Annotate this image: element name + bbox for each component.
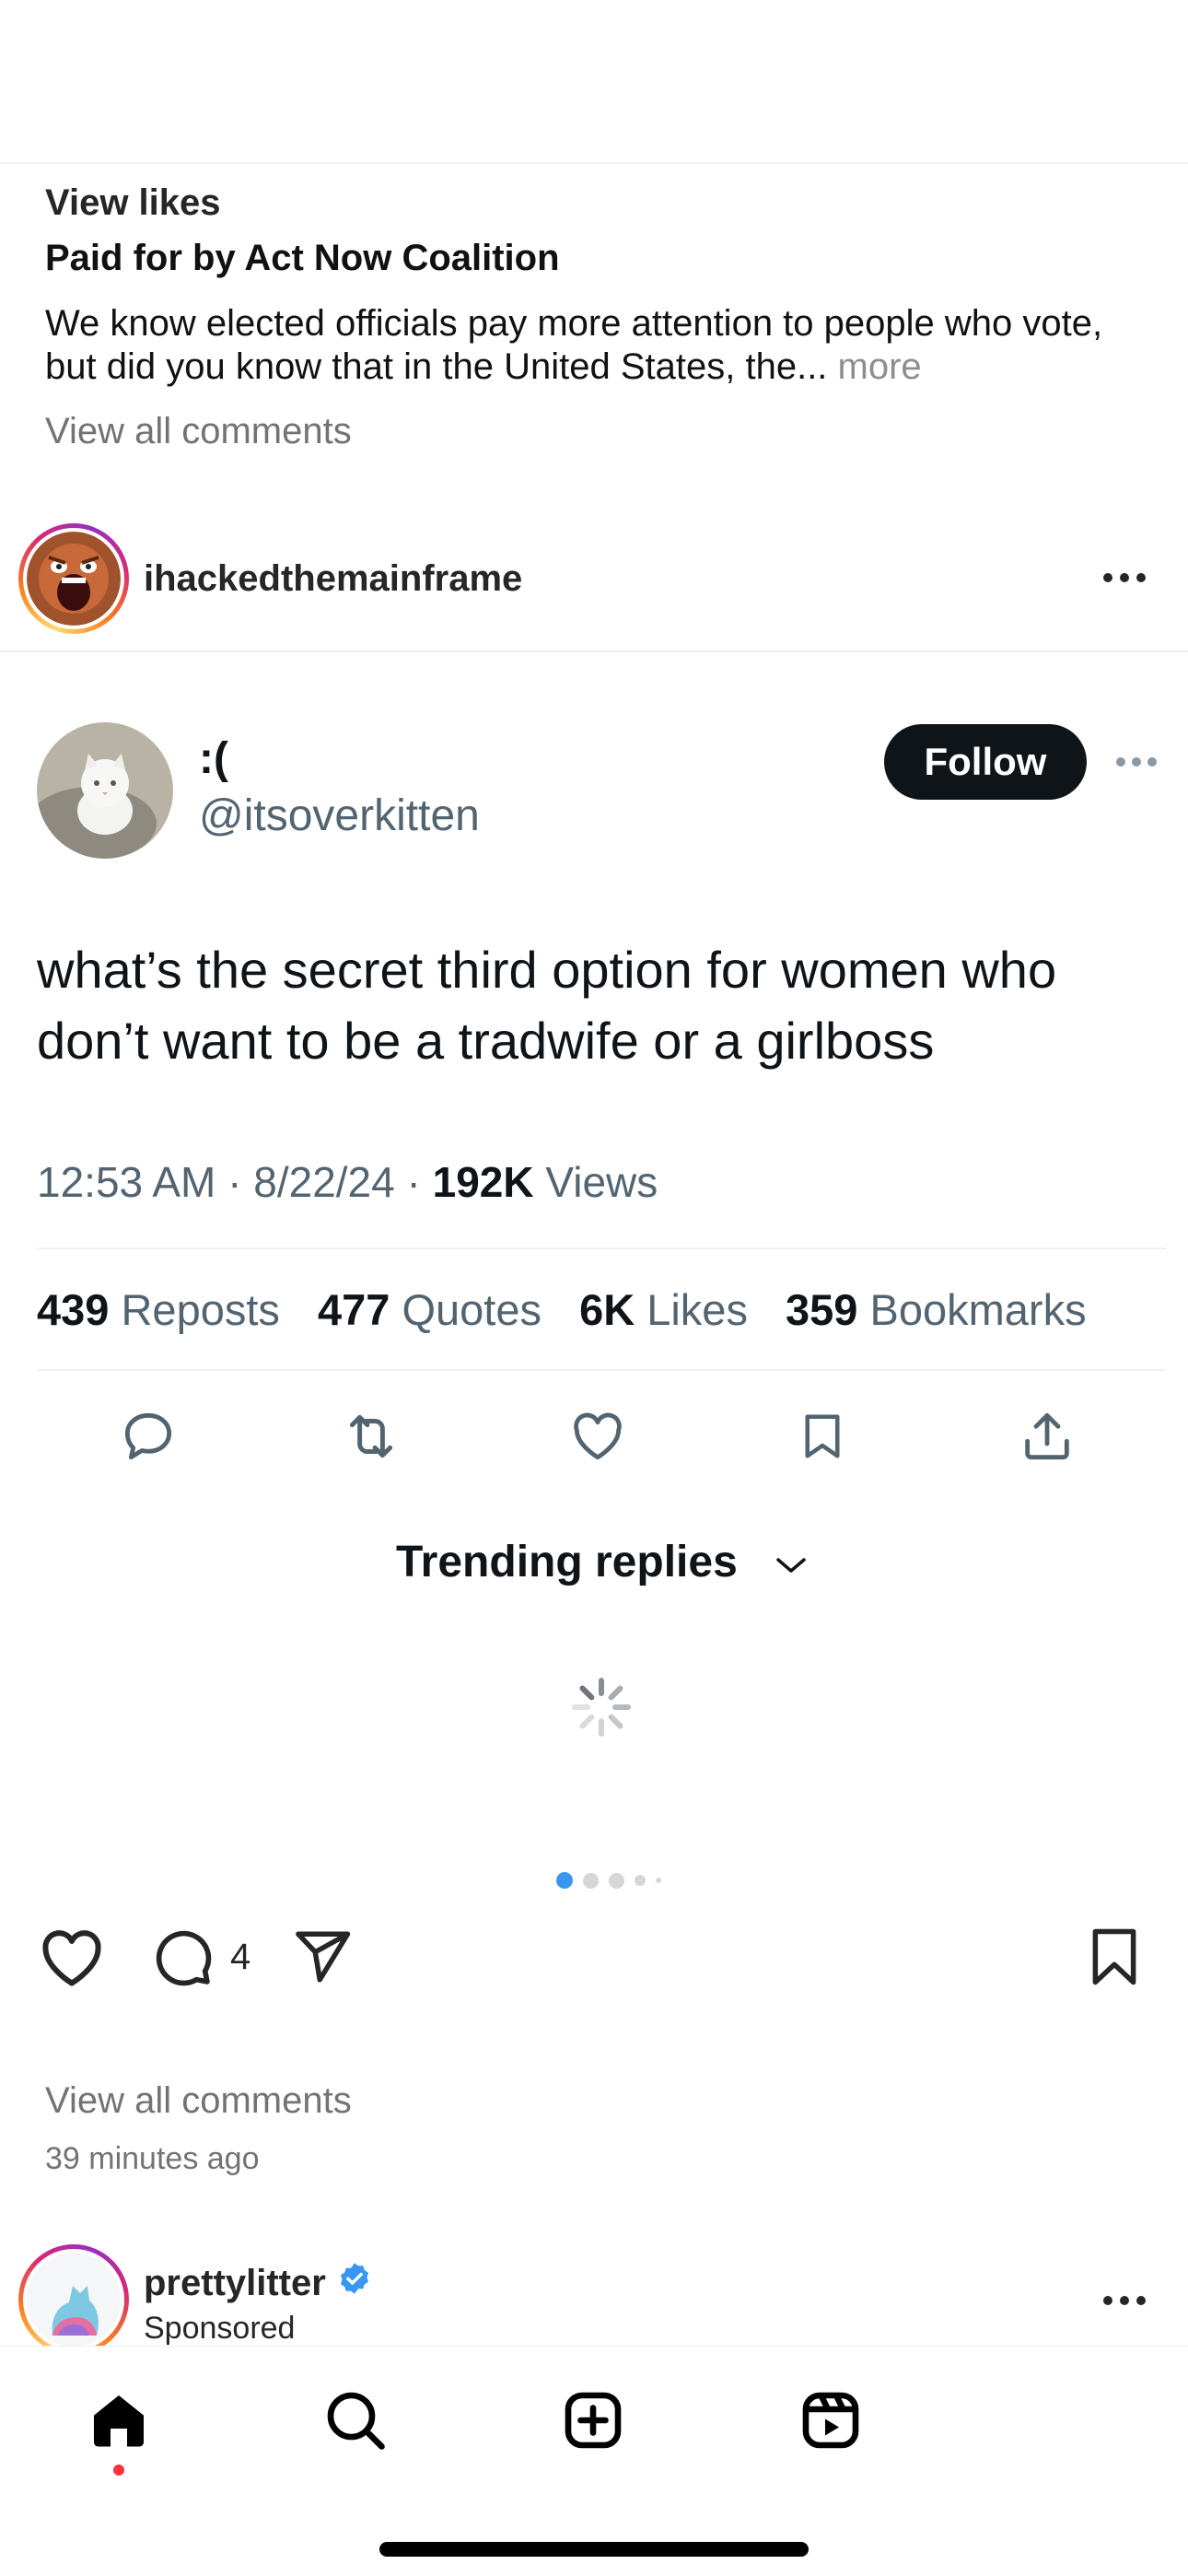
ad-caption-text: We know elected officials pay more atten… xyxy=(45,303,1103,387)
tweet-text: what’s the secret third option for women… xyxy=(37,941,1057,1070)
follow-button[interactable]: Follow xyxy=(884,724,1087,800)
tweet-more-icon[interactable] xyxy=(1116,757,1157,767)
likes-label: Likes xyxy=(646,1285,748,1334)
heart-icon[interactable] xyxy=(35,1922,109,1992)
quotes-count: 477 xyxy=(317,1285,390,1334)
reels-icon[interactable] xyxy=(794,2383,868,2457)
share-send-icon[interactable] xyxy=(287,1922,357,1992)
home-icon[interactable] xyxy=(82,2383,156,2457)
trending-replies-selector: Trending replies xyxy=(396,1537,809,1587)
search-icon[interactable] xyxy=(319,2383,392,2457)
likes-count: 6K xyxy=(579,1285,635,1334)
share-upload-icon xyxy=(1015,1404,1079,1469)
carousel-dot xyxy=(583,1872,599,1889)
post-more-options-icon[interactable] xyxy=(1103,573,1146,582)
view-all-comments-link[interactable]: View all comments xyxy=(45,2080,352,2122)
save-bookmark-icon[interactable] xyxy=(1079,1922,1149,1992)
reposts-label: Reposts xyxy=(121,1285,280,1334)
caption-more-link[interactable]: more xyxy=(838,346,922,387)
paid-for-label[interactable]: Paid for by Act Now Coalition xyxy=(45,238,560,279)
prettylitter-username-row[interactable]: prettylitter xyxy=(144,2261,372,2305)
tweet-stats: 439 Reposts 477 Quotes 6K Likes 359 Book… xyxy=(37,1284,1087,1335)
tweet-display-name: :( xyxy=(199,734,228,783)
carousel-dot xyxy=(635,1875,646,1886)
repost-icon xyxy=(339,1404,403,1469)
trending-replies-label: Trending replies xyxy=(396,1538,738,1587)
carousel-dot xyxy=(656,1878,661,1883)
post-divider xyxy=(0,650,1188,652)
notification-dot xyxy=(113,2465,124,2476)
reply-icon xyxy=(116,1404,181,1469)
tweet-views-label: Views xyxy=(545,1158,658,1206)
tweet-meta: 12:53 AM · 8/22/24 · 192K Views xyxy=(37,1158,658,1206)
comment-icon[interactable] xyxy=(147,1922,217,1992)
view-likes-link[interactable]: View likes xyxy=(45,182,221,224)
carousel-indicator xyxy=(556,1872,661,1889)
like-heart-icon xyxy=(565,1404,630,1469)
quotes-label: Quotes xyxy=(402,1285,542,1334)
cat-logo-avatar-image xyxy=(27,2253,121,2347)
ad-caption: We know elected officials pay more atten… xyxy=(45,302,1150,389)
post-avatar[interactable] xyxy=(18,523,129,634)
bookmark-icon xyxy=(790,1404,855,1469)
sponsored-label: Sponsored xyxy=(144,2311,296,2346)
prettylitter-avatar[interactable] xyxy=(18,2244,129,2355)
comment-count: 4 xyxy=(230,1937,251,1977)
tweet-handle: @itsoverkitten xyxy=(199,791,480,840)
tweet-time: 12:53 AM xyxy=(37,1158,216,1206)
chevron-down-icon xyxy=(773,1537,809,1587)
tweet-author-avatar[interactable] xyxy=(37,722,173,859)
loading-spinner-icon xyxy=(569,1675,634,1739)
bookmarks-count: 359 xyxy=(786,1285,858,1334)
prettylitter-more-options-icon[interactable] xyxy=(1103,2296,1146,2305)
tweet-views-count: 192K xyxy=(432,1158,534,1206)
post-username[interactable]: ihackedthemainframe xyxy=(144,558,522,600)
top-divider xyxy=(0,162,1188,164)
reposts-count: 439 xyxy=(37,1285,110,1334)
screaming-face-avatar-image xyxy=(27,532,121,626)
post-time-ago: 39 minutes ago xyxy=(45,2141,260,2176)
bottom-navigation-bar xyxy=(0,2346,1188,2576)
create-icon[interactable] xyxy=(556,2383,630,2457)
carousel-dot xyxy=(609,1872,624,1889)
bookmarks-label: Bookmarks xyxy=(869,1285,1087,1334)
tweet-date: 8/22/24 xyxy=(253,1158,395,1206)
view-all-comments-link[interactable]: View all comments xyxy=(45,411,352,452)
home-indicator xyxy=(379,2542,809,2557)
tweet-divider xyxy=(37,1247,1166,1249)
carousel-dot-active xyxy=(556,1872,573,1889)
tweet-divider xyxy=(37,1369,1166,1371)
verified-badge-icon xyxy=(337,2261,372,2305)
prettylitter-username[interactable]: prettylitter xyxy=(144,2263,326,2304)
